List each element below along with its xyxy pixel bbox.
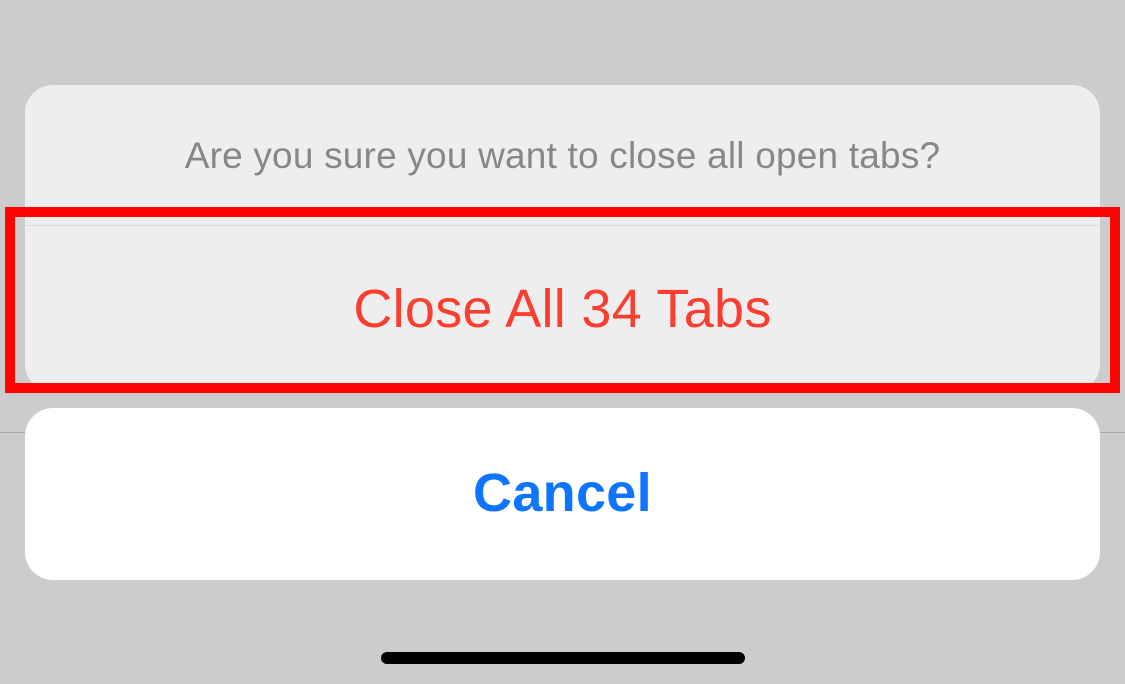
- action-sheet-container: Are you sure you want to close all open …: [25, 85, 1100, 392]
- cancel-container: Cancel: [25, 408, 1100, 580]
- cancel-button[interactable]: Cancel: [25, 408, 1100, 580]
- dialog-prompt: Are you sure you want to close all open …: [25, 85, 1100, 225]
- close-all-tabs-button[interactable]: Close All 34 Tabs: [25, 225, 1100, 392]
- action-sheet: Are you sure you want to close all open …: [25, 85, 1100, 392]
- home-indicator[interactable]: [381, 652, 745, 664]
